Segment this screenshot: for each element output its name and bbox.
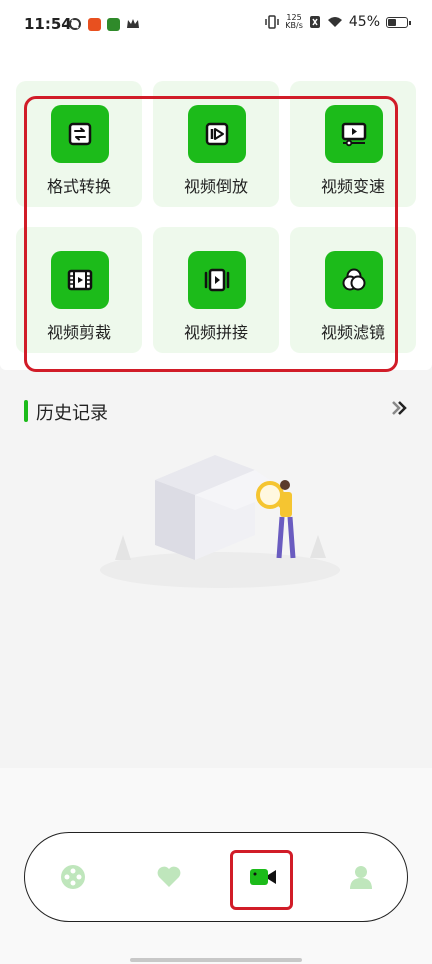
tab-profile[interactable] [345, 861, 377, 893]
video-merge-icon [188, 251, 246, 309]
empty-state-illustration [100, 455, 340, 588]
video-camera-icon [250, 869, 276, 885]
film-reel-icon [61, 865, 85, 889]
double-chevron-right-icon[interactable] [390, 399, 408, 422]
wifi-icon [327, 17, 342, 27]
tab-video[interactable] [247, 861, 279, 893]
speed-change-icon [325, 105, 383, 163]
crown-icon [127, 19, 139, 28]
history-header: 历史记录 [24, 397, 414, 427]
tool-filter[interactable]: 视频滤镜 [290, 227, 416, 353]
tool-format-convert[interactable]: 格式转换 [16, 81, 142, 207]
notification-icons [68, 17, 140, 31]
tab-film[interactable] [57, 861, 89, 893]
game-notification-icon [107, 17, 120, 31]
net-speed-unit: KB/s [285, 21, 303, 30]
tool-speed-change[interactable]: 视频变速 [290, 81, 416, 207]
reverse-play-icon [188, 105, 246, 163]
status-bar: 11:54 125 KB/s 45% [0, 0, 432, 50]
tool-label: 视频拼接 [183, 323, 248, 342]
user-icon [350, 866, 372, 889]
tool-label: 视频滤镜 [320, 323, 385, 342]
film-crop-icon [51, 251, 109, 309]
format-convert-icon [51, 105, 109, 163]
tool-crop[interactable]: 视频剪裁 [16, 227, 142, 353]
vibrate-icon [265, 15, 280, 29]
no-sim-icon [309, 16, 320, 28]
status-right: 125 KB/s 45% [265, 14, 411, 30]
tool-reverse-play[interactable]: 视频倒放 [153, 81, 279, 207]
bottom-tab-bar [24, 832, 408, 922]
heart-icon [157, 866, 181, 887]
battery-icon [386, 16, 411, 28]
app-notification-icon [88, 17, 101, 31]
home-indicator[interactable] [130, 958, 302, 962]
tool-label: 视频倒放 [183, 177, 248, 196]
status-time: 11:54 [24, 15, 72, 33]
section-accent-bar [24, 400, 28, 422]
filter-circles-icon [325, 251, 383, 309]
tool-label: 视频剪裁 [46, 323, 111, 342]
tools-grid: 格式转换 视频倒放 视频变速 视频剪裁 视频拼接 视频滤镜 [16, 81, 416, 353]
tool-label: 视频变速 [320, 177, 385, 196]
net-speed: 125 KB/s [285, 14, 303, 30]
tool-label: 格式转换 [46, 177, 111, 196]
history-title: 历史记录 [36, 403, 108, 424]
battery-percent: 45% [348, 14, 380, 30]
tool-merge[interactable]: 视频拼接 [153, 227, 279, 353]
tab-favorites[interactable] [153, 861, 185, 893]
sync-icon [69, 18, 81, 30]
